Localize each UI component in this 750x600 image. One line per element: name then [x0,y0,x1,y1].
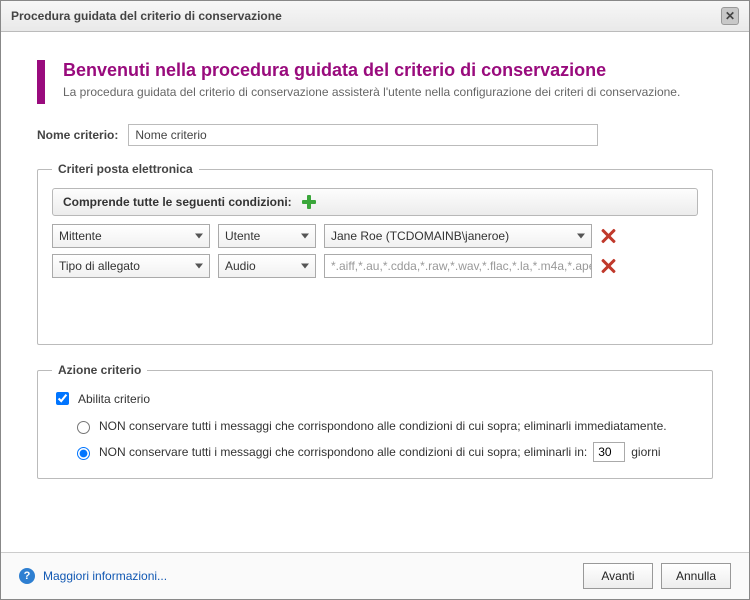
action-option-2-prefix: NON conservare tutti i messaggi che corr… [99,445,587,459]
welcome-subtext: La procedura guidata del criterio di con… [63,85,680,99]
condition-row: Mittente Utente Jane Roe (TCDOMAINB\jane… [52,224,698,248]
action-fieldset: Azione criterio Abilita criterio NON con… [37,363,713,479]
close-button[interactable]: ✕ [721,7,739,25]
condition-field-select[interactable]: Mittente [52,224,210,248]
welcome-heading: Benvenuti nella procedura guidata del cr… [63,60,680,81]
criterion-name-input[interactable] [128,124,598,146]
condition-operator-select[interactable]: Utente [218,224,316,248]
accent-bar [37,60,45,104]
close-icon: ✕ [725,9,735,23]
remove-condition-icon[interactable] [600,228,616,244]
action-legend: Azione criterio [52,363,147,377]
action-radio-immediate[interactable] [77,421,90,434]
condition-operator-value: Audio [225,259,256,273]
more-info-link[interactable]: Maggiori informazioni... [43,569,167,583]
criterion-name-label: Nome criterio: [37,128,118,142]
titlebar: Procedura guidata del criterio di conser… [1,1,749,32]
days-input[interactable] [593,442,625,462]
dialog-title: Procedura guidata del criterio di conser… [11,9,282,23]
enable-criterion-row: Abilita criterio [52,389,698,408]
remove-condition-icon[interactable] [600,258,616,274]
condition-value-text: Jane Roe (TCDOMAINB\janeroe) [331,229,509,243]
email-criteria-legend: Criteri posta elettronica [52,162,199,176]
action-option-2-suffix: giorni [631,445,660,459]
email-criteria-fieldset: Criteri posta elettronica Comprende tutt… [37,162,713,345]
help-icon[interactable]: ? [19,568,35,584]
cancel-button[interactable]: Annulla [661,563,731,589]
enable-criterion-checkbox[interactable] [56,392,69,405]
action-option-2: NON conservare tutti i messaggi che corr… [72,442,698,462]
conditions-header[interactable]: Comprende tutte le seguenti condizioni: [52,188,698,216]
condition-value-select[interactable]: Jane Roe (TCDOMAINB\janeroe) [324,224,592,248]
condition-field-value: Tipo di allegato [59,259,140,273]
add-condition-icon[interactable] [302,195,316,209]
criterion-name-row: Nome criterio: [37,124,713,146]
condition-operator-value: Utente [225,229,260,243]
conditions-header-label: Comprende tutte le seguenti condizioni: [63,195,292,209]
next-button[interactable]: Avanti [583,563,653,589]
condition-field-select[interactable]: Tipo di allegato [52,254,210,278]
condition-operator-select[interactable]: Audio [218,254,316,278]
welcome-text: Benvenuti nella procedura guidata del cr… [63,60,680,104]
enable-criterion-label: Abilita criterio [78,392,150,406]
condition-value-textbox[interactable]: *.aiff,*.au,*.cdda,*.raw,*.wav,*.flac,*.… [324,254,592,278]
dialog-content: Benvenuti nella procedura guidata del cr… [1,32,749,552]
retention-policy-wizard-dialog: Procedura guidata del criterio di conser… [0,0,750,600]
condition-value-placeholder: *.aiff,*.au,*.cdda,*.raw,*.wav,*.flac,*.… [331,259,592,273]
condition-row: Tipo di allegato Audio *.aiff,*.au,*.cdd… [52,254,698,278]
action-option-1-label: NON conservare tutti i messaggi che corr… [99,419,667,433]
action-radio-delay[interactable] [77,447,90,460]
condition-field-value: Mittente [59,229,102,243]
dialog-footer: ? Maggiori informazioni... Avanti Annull… [1,552,749,599]
criteria-body: Comprende tutte le seguenti condizioni: … [52,188,698,328]
footer-buttons: Avanti Annulla [583,563,731,589]
action-option-1: NON conservare tutti i messaggi che corr… [72,418,698,434]
welcome-block: Benvenuti nella procedura guidata del cr… [37,60,713,104]
